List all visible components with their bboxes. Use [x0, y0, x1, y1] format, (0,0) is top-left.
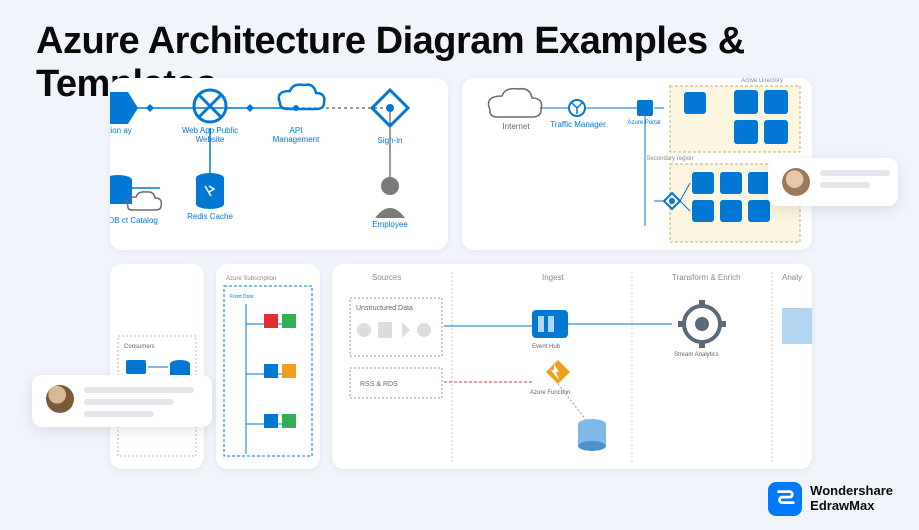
svg-text:Unstructured Data: Unstructured Data	[356, 305, 413, 312]
label-employee: Employee	[360, 220, 420, 229]
label-signin: Sign-in	[360, 136, 420, 145]
template-card-2[interactable]: Internet Traffic Manager Azure Portal Ac…	[462, 78, 812, 250]
diagram-3-svg: Consumers	[110, 264, 204, 469]
template-card-5[interactable]: Sources Ingest Transform & Enrich Analy …	[332, 264, 812, 469]
label-traffic-mgr: Traffic Manager	[548, 120, 608, 129]
diagram-5-svg: Sources Ingest Transform & Enrich Analy …	[332, 264, 812, 469]
diagram-2-svg	[462, 78, 812, 250]
avatar	[782, 168, 810, 196]
brand-line1: Wondershare	[810, 484, 893, 499]
label-api-mgmt: API Management	[266, 126, 326, 144]
brand-logo: Wondershare EdrawMax	[768, 482, 893, 516]
comment-placeholder-lines	[84, 385, 194, 417]
label-gateway: tion ay	[110, 126, 150, 135]
template-card-3[interactable]: Consumers	[110, 264, 204, 469]
label-secondary: Secondary region	[640, 156, 700, 162]
svg-text:Azure Function: Azure Function	[530, 390, 570, 396]
avatar	[46, 385, 74, 413]
svg-text:Analy: Analy	[782, 273, 802, 282]
label-internet: Internet	[486, 122, 546, 131]
label-active-directory: Active Directory	[732, 78, 792, 84]
svg-text:Azure Subscription: Azure Subscription	[226, 276, 276, 282]
svg-text:Front Door: Front Door	[230, 294, 254, 300]
svg-text:RSS & RDS: RSS & RDS	[360, 381, 398, 388]
edrawmax-logo-icon	[768, 482, 802, 516]
template-card-4[interactable]: Azure Subscription Front Door	[216, 264, 320, 469]
svg-text:Event Hub: Event Hub	[532, 344, 561, 350]
label-sql-db: L DB ct Catalog	[110, 216, 160, 225]
comment-bubble-right	[768, 158, 898, 206]
template-card-1[interactable]: Web App Public Website API Management Si…	[110, 78, 448, 250]
label-azure-portal: Azure Portal	[614, 120, 674, 126]
comment-bubble-left	[32, 375, 212, 427]
brand-line2: EdrawMax	[810, 499, 893, 514]
svg-text:Stream Analytics: Stream Analytics	[674, 352, 719, 358]
svg-text:Transform & Enrich: Transform & Enrich	[672, 273, 741, 282]
svg-text:Sources: Sources	[372, 273, 401, 282]
diagram-4-svg: Azure Subscription Front Door	[216, 264, 320, 469]
svg-text:Ingest: Ingest	[542, 273, 565, 282]
label-redis: Redis Cache	[180, 212, 240, 221]
svg-text:Consumers: Consumers	[124, 344, 155, 350]
label-web-app: Web App Public Website	[180, 126, 240, 144]
template-gallery: Web App Public Website API Management Si…	[110, 78, 810, 478]
comment-placeholder-lines	[820, 168, 890, 188]
